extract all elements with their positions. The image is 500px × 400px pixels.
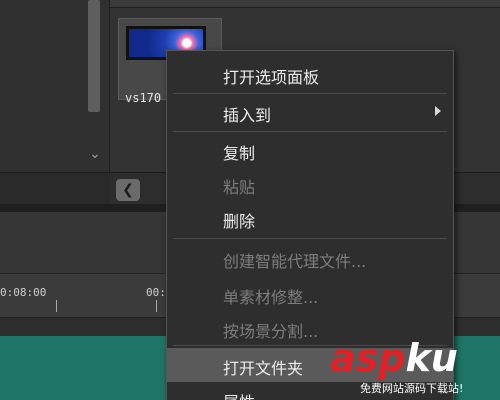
menu-item-label: 打开选项面板 [223,68,320,87]
left-panel: ⌄ [0,0,110,172]
column-header[interactable] [114,0,210,8]
ruler-time-label: 0:08:00 [0,286,47,299]
menu-item-label: 单素材修整... [223,288,319,307]
bin-column-headers [110,0,500,8]
ruler-time-label: 00: [146,286,166,299]
app-window: ⌄ vs170 ❮ 0:08:00 00: 打开选项面板 插入到 复制 粘贴 删… [0,0,500,400]
menu-item-copy[interactable]: 复制 [167,133,453,167]
menu-item-delete[interactable]: 删除 [167,201,453,235]
menu-item-open-options-panel[interactable]: 打开选项面板 [167,57,453,91]
menu-item-single-clip-trim: 单素材修整... [167,277,453,311]
watermark-logo-part1: asp [330,336,406,380]
menu-item-paste: 粘贴 [167,167,453,201]
chevron-down-icon[interactable]: ⌄ [86,146,104,162]
column-header[interactable] [410,0,498,8]
clip-name: vs170 [125,91,162,105]
menu-item-label: 粘贴 [223,178,256,197]
left-scrollbar[interactable] [88,0,100,112]
site-watermark: aspku 免费网站源码下载站! [330,338,500,400]
menu-item-label: 打开文件夹 [223,359,304,378]
menu-item-create-smart-proxy: 创建智能代理文件... [167,241,453,275]
menu-item-insert-to[interactable]: 插入到 [167,95,453,129]
submenu-arrow-icon [435,106,441,116]
ruler-tick [56,300,57,312]
menu-separator [173,131,447,132]
watermark-tagline: 免费网站源码下载站! [360,382,464,395]
menu-item-label: 属性 [223,389,255,400]
menu-item-label: 按场景分割... [223,322,319,341]
menu-item-label: 创建智能代理文件... [223,252,367,271]
column-header[interactable] [220,0,320,8]
watermark-logo-part2: ku [405,336,458,380]
menu-item-label: 复制 [223,144,256,163]
watermark-logo: aspku [330,338,458,378]
chevron-left-icon[interactable]: ❮ [116,179,140,201]
left-panel-footer [0,172,110,204]
column-header[interactable] [330,0,400,8]
menu-separator [173,93,447,94]
menu-separator [173,238,447,239]
menu-item-label: 插入到 [223,106,272,125]
ruler-tick [156,300,157,312]
menu-item-label: 删除 [223,212,256,231]
